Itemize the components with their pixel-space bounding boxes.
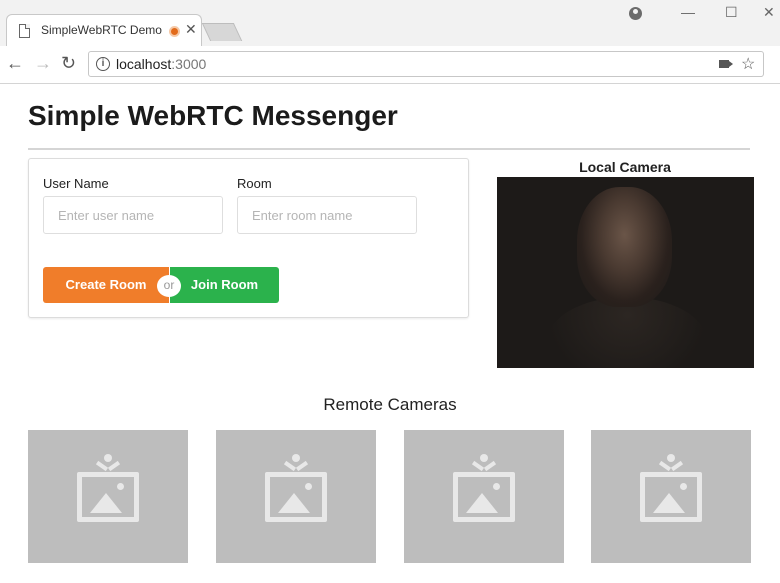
new-tab-button[interactable] bbox=[201, 23, 243, 41]
url-text: localhost:3000 bbox=[116, 56, 207, 72]
remote-camera-tile bbox=[404, 430, 564, 563]
video-person-face bbox=[577, 187, 672, 307]
maximize-icon[interactable]: ☐ bbox=[725, 4, 738, 21]
username-label: User Name bbox=[43, 176, 109, 191]
room-label: Room bbox=[237, 176, 272, 191]
room-input[interactable] bbox=[237, 196, 417, 234]
image-placeholder-icon bbox=[283, 454, 309, 472]
close-window-icon[interactable]: ✕ bbox=[763, 4, 775, 21]
image-placeholder-icon bbox=[471, 454, 497, 472]
back-icon[interactable]: ← bbox=[6, 53, 24, 74]
minimize-icon[interactable]: — bbox=[681, 4, 695, 20]
local-camera-video bbox=[497, 177, 754, 368]
image-placeholder-icon bbox=[658, 454, 684, 472]
local-camera-label: Local Camera bbox=[579, 159, 671, 175]
remote-camera-tile bbox=[591, 430, 751, 563]
browser-toolbar: ← → ↻ i localhost:3000 ☆ bbox=[0, 46, 780, 84]
browser-tab[interactable]: SimpleWebRTC Demo ✕ bbox=[6, 14, 202, 46]
join-room-button[interactable]: Join Room bbox=[170, 267, 279, 303]
tab-title: SimpleWebRTC Demo bbox=[41, 23, 162, 37]
info-icon[interactable]: i bbox=[96, 57, 110, 71]
video-person-shoulders bbox=[547, 297, 707, 368]
forward-icon[interactable]: → bbox=[34, 53, 52, 74]
page-title: Simple WebRTC Messenger bbox=[28, 100, 398, 131]
or-separator: or bbox=[157, 275, 181, 297]
reload-icon[interactable]: ↻ bbox=[61, 53, 76, 74]
remote-camera-tile bbox=[28, 430, 188, 563]
bookmark-star-icon[interactable]: ☆ bbox=[741, 54, 755, 74]
recording-icon bbox=[169, 26, 180, 37]
create-room-button[interactable]: Create Room bbox=[43, 267, 169, 303]
page-icon bbox=[19, 24, 30, 38]
image-placeholder-icon bbox=[95, 454, 121, 472]
address-bar[interactable]: i localhost:3000 ☆ bbox=[88, 51, 764, 77]
account-icon[interactable] bbox=[629, 7, 642, 20]
close-tab-icon[interactable]: ✕ bbox=[185, 21, 197, 38]
room-form: User Name Room Create Room Join Room or bbox=[28, 158, 469, 318]
remote-cameras-heading: Remote Cameras bbox=[323, 395, 457, 414]
camera-icon[interactable] bbox=[719, 60, 729, 68]
browser-titlebar: SimpleWebRTC Demo ✕ — ☐ ✕ bbox=[0, 0, 780, 46]
username-input[interactable] bbox=[43, 196, 223, 234]
title-divider bbox=[28, 148, 750, 150]
remote-camera-tile bbox=[216, 430, 376, 563]
